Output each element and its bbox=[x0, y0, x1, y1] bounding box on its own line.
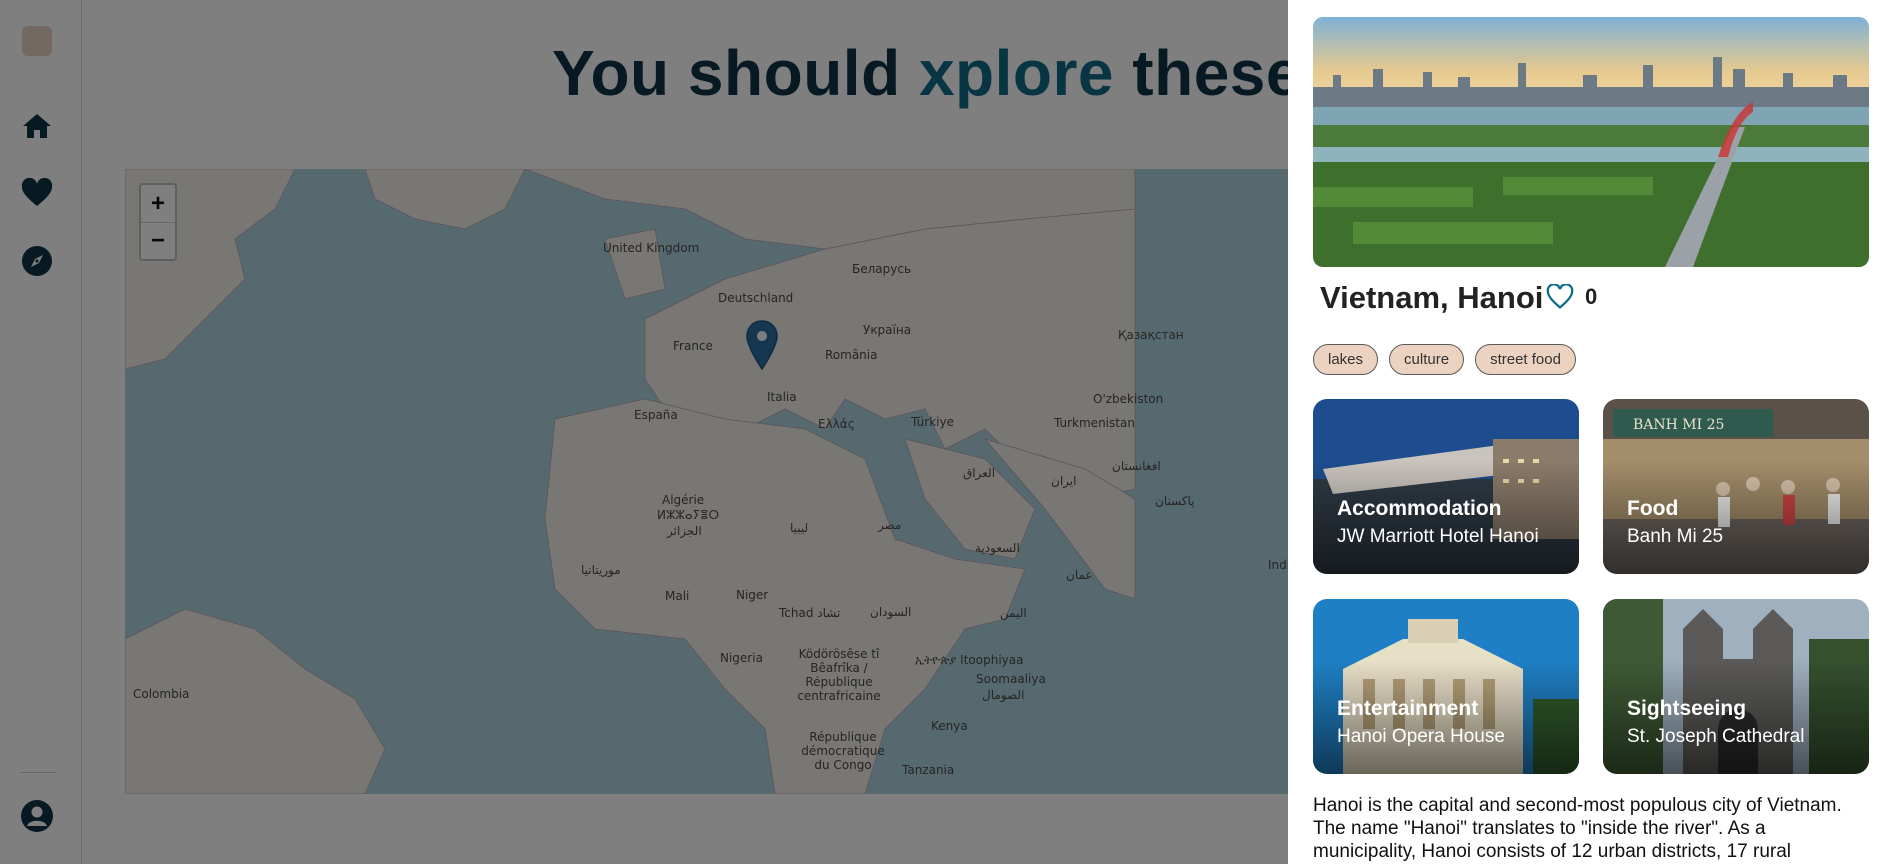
tag-chip[interactable]: lakes bbox=[1313, 344, 1379, 375]
card-place: JW Marriott Hotel Hanoi bbox=[1337, 526, 1539, 547]
card-place: Hanoi Opera House bbox=[1337, 726, 1505, 747]
place-description: Hanoi is the capital and second-most pop… bbox=[1313, 795, 1842, 862]
entertainment-card[interactable]: Entertainment Hanoi Opera House bbox=[1313, 599, 1579, 774]
accommodation-card[interactable]: Accommodation JW Marriott Hotel Hanoi bbox=[1313, 399, 1579, 574]
hero-image bbox=[1313, 17, 1869, 267]
card-category: Food bbox=[1627, 497, 1679, 520]
sightseeing-card[interactable]: Sightseeing St. Joseph Cathedral bbox=[1603, 599, 1869, 774]
card-category: Sightseeing bbox=[1627, 697, 1747, 720]
card-place: Banh Mi 25 bbox=[1627, 526, 1724, 547]
place-title: Vietnam, Hanoi bbox=[1320, 280, 1544, 315]
card-category: Entertainment bbox=[1337, 697, 1479, 720]
card-place: St. Joseph Cathedral bbox=[1627, 726, 1805, 747]
tag-chip[interactable]: street food bbox=[1475, 344, 1576, 375]
card-category: Accommodation bbox=[1337, 497, 1502, 520]
place-drawer: Vietnam, Hanoi 0 lakes culture street fo… bbox=[1288, 0, 1888, 864]
tag-chip[interactable]: culture bbox=[1389, 344, 1465, 375]
favorite-count: 0 bbox=[1585, 284, 1598, 309]
favorite-heart-icon[interactable] bbox=[1546, 283, 1576, 312]
tag-list: lakes culture street food bbox=[1313, 344, 1576, 375]
food-card[interactable]: BANH MI 25 Food Banh Mi 25 bbox=[1603, 399, 1869, 574]
